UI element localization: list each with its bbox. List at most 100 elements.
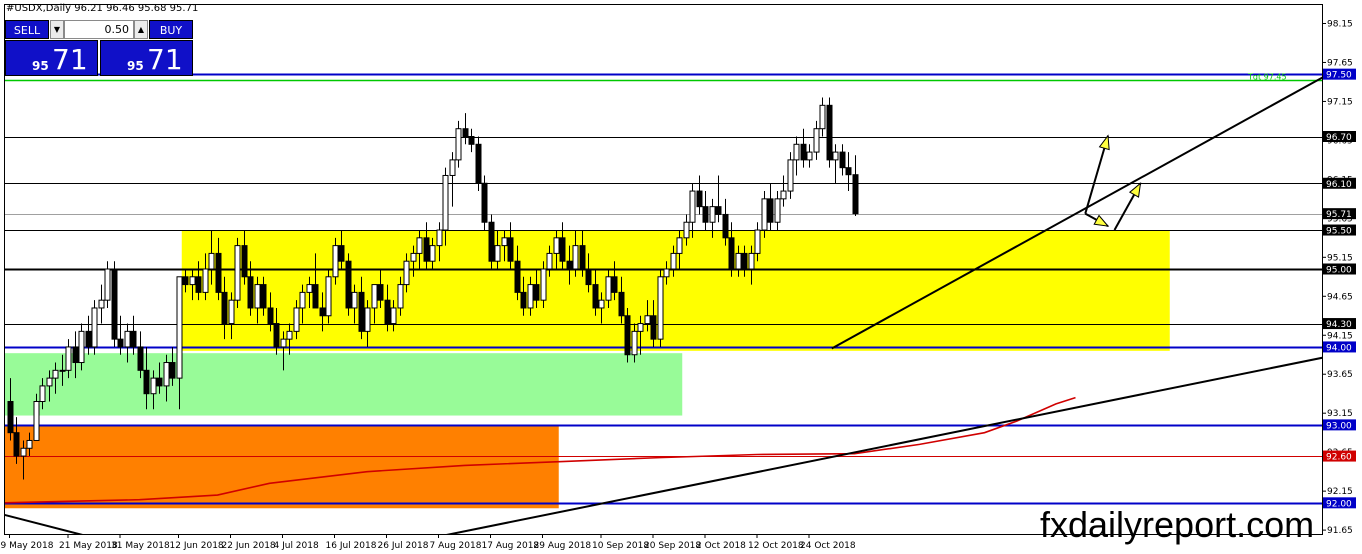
candle-body-bull [657,276,664,340]
lot-increase-button[interactable]: ▲ [134,20,148,39]
candle-body-bull [46,377,53,387]
buy-price[interactable]: 95 71 [100,40,193,76]
candle [234,237,241,308]
candle-body-bear [481,182,488,223]
price-label-97.50: 97.50 [1326,71,1352,81]
candle-body-bull [735,252,742,270]
x-tick-label: 17 Aug 2018 [482,541,540,551]
y-tick-label: 94.15 [1327,331,1353,341]
candle-body-bull [683,221,690,239]
candle [111,261,118,347]
candle-body-bull [33,401,40,441]
candle-body-bull [390,307,397,325]
lot-decrease-button[interactable]: ▼ [50,20,64,39]
candle-body-bear [566,260,573,270]
x-tick-label: 12 Jun 2018 [170,541,224,551]
candle-body-bull [98,299,105,309]
candle-body-bull [501,237,508,247]
candle-body-bear [182,276,189,286]
y-tick-label: 97.65 [1327,58,1353,68]
candle-body-bull [709,206,716,223]
candle-body-bear [7,401,14,434]
buy-price-large: 71 [147,43,183,76]
candle-body-bear [468,136,475,145]
candle [832,144,839,184]
candle [130,315,137,355]
candle [85,315,92,355]
candle-body-bull [676,237,683,254]
candle-body-bear [85,330,92,348]
candle-body-bear [488,221,495,262]
candle [715,175,722,223]
candle [702,191,709,231]
candle-body-bear [715,206,722,215]
candle-body-bull [234,245,241,301]
candle-body-bull [293,307,300,332]
sell-button[interactable]: SELL [5,20,49,39]
candle-body-bear [520,291,527,309]
candle [826,97,833,168]
candle-body-bear [579,245,586,270]
candle-body-bull [91,307,98,348]
price-label-93.00: 93.00 [1326,421,1352,431]
candle-body-bull [605,276,612,301]
candle-body-bull [26,439,33,449]
candle [117,315,124,355]
y-tick-label: 92.15 [1327,487,1353,497]
chart-window: Tgt 97.4598.1597.6597.1596.6596.1595.659… [0,0,1362,554]
candle-body-bear [559,237,566,262]
candle-body-bear [423,237,430,262]
x-tick-label: 10 Sep 2018 [592,541,649,551]
sell-price[interactable]: 95 71 [5,40,98,76]
x-tick-label: 7 Aug 2018 [430,541,482,551]
candle-body-bear [475,143,482,184]
candle-body-bear [241,245,248,278]
candle-body-bull [449,159,456,176]
candle [462,113,469,145]
candle-body-bull [780,190,787,200]
zone-green [4,353,683,416]
price-label-92.60: 92.60 [1326,453,1352,463]
price-label-95.50: 95.50 [1326,227,1352,237]
candle-body-bull [189,276,196,286]
forecast-arrow-head-2 [1128,182,1142,198]
price-label-94.30: 94.30 [1326,320,1352,330]
candle-body-bull [150,377,157,395]
candle-body-bull [280,338,287,348]
candle-body-bull [202,268,209,293]
candle-body-bull [306,284,313,293]
target-line-label: Tgt 97.45 [1247,73,1287,82]
candle-body-bull [813,128,820,153]
y-tick-label: 93.65 [1327,370,1353,380]
candle-body-bull [754,229,761,254]
buy-button[interactable]: BUY [149,20,193,39]
candle-body-bull [455,128,462,161]
candle-body-bear [273,323,280,348]
candle [98,284,105,324]
candle-body-bull [553,237,560,254]
candle-body-bull [124,330,131,348]
candle-body-bull [325,276,332,317]
candle-body-bull [20,447,27,457]
candle-body-bull [494,245,501,262]
candle-body-bear [507,237,514,262]
candle-body-bull [78,330,85,364]
candle-body-bear [195,276,202,293]
price-chart[interactable]: Tgt 97.4598.1597.6597.1596.6596.1595.659… [0,0,1362,554]
y-tick-label: 97.15 [1327,97,1353,107]
candle-body-bull [52,369,59,379]
candle-body-bear [618,291,625,317]
candle-body-bull [637,323,644,332]
candle-body-bull [351,291,358,309]
candle-body-bear [728,237,735,270]
candle-body-bull [397,284,404,309]
lot-size-input[interactable] [64,20,134,39]
candle-body-bull [254,284,261,309]
candle-body-bull [299,291,306,309]
candle-body-bull [364,307,371,332]
candle-body-bull [663,268,670,278]
y-tick-label: 94.65 [1327,292,1353,302]
candle-body-bull [104,268,111,301]
candle-body-bear [852,174,859,215]
candle-body-bear [650,315,657,340]
